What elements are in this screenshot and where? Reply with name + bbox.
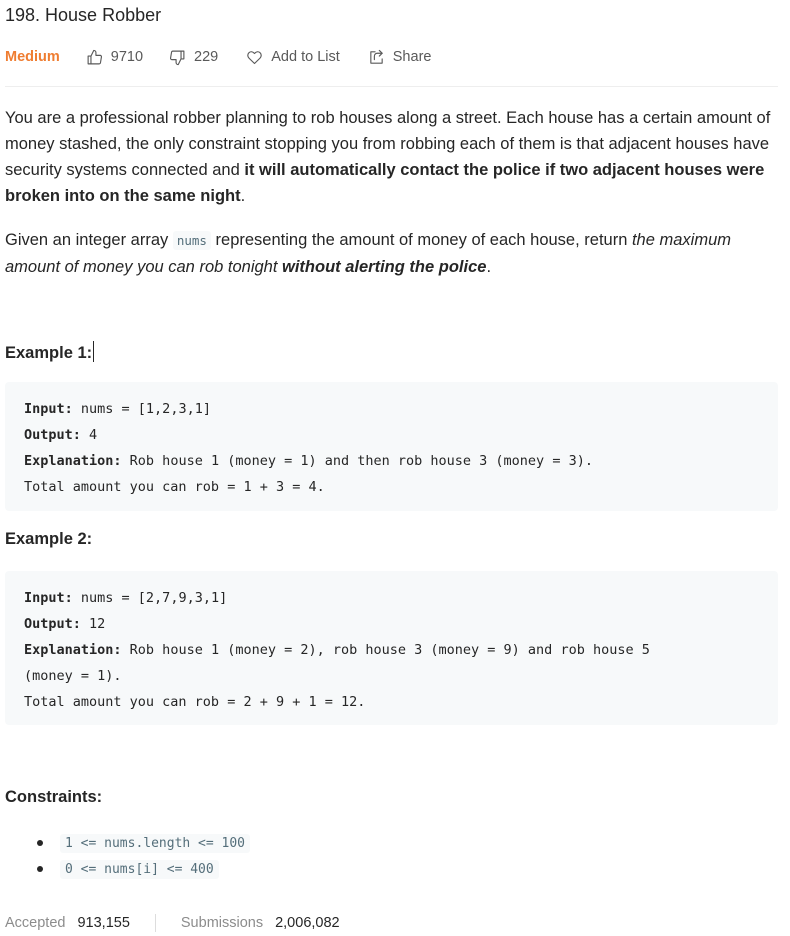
- constraint-item: 0 <= nums[i] <= 400: [37, 856, 250, 882]
- thumbs-up-icon: [87, 49, 102, 64]
- description-text: Given an integer array: [5, 231, 173, 249]
- like-button[interactable]: 9710: [86, 49, 143, 66]
- heart-icon: [247, 50, 263, 64]
- explanation-text: Rob house 1 (money = 1) and then rob hou…: [121, 453, 593, 469]
- description-bold-italic-text: without alerting the police: [282, 258, 487, 276]
- input-value: nums = [2,7,9,3,1]: [72, 590, 228, 606]
- header-divider: [5, 86, 778, 87]
- explanation-label: Explanation:: [24, 453, 122, 469]
- submission-stats: Accepted 913,155 Submissions 2,006,082: [5, 914, 340, 932]
- example-1-code-block: Input: nums = [1,2,3,1] Output: 4 Explan…: [5, 382, 778, 511]
- dislike-count: 229: [194, 49, 219, 65]
- accepted-label: Accepted: [5, 915, 66, 931]
- description-paragraph-1: You are a professional robber planning t…: [5, 105, 778, 209]
- share-label: Share: [392, 49, 432, 65]
- example-2-heading: Example 2:: [5, 530, 93, 548]
- constraint-code: 0 <= nums[i] <= 400: [60, 860, 219, 879]
- constraint-item: 1 <= nums.length <= 100: [37, 830, 251, 856]
- output-label: Output:: [24, 427, 81, 443]
- description-text: representing the amount of money of each…: [210, 231, 632, 249]
- input-label: Input:: [24, 401, 73, 417]
- stats-separator: [154, 914, 156, 932]
- difficulty-label: Medium: [5, 49, 60, 65]
- constraints-heading: Constraints:: [5, 788, 103, 806]
- share-button[interactable]: Share: [368, 49, 432, 66]
- explanation-text: Total amount you can rob = 2 + 9 + 1 = 1…: [24, 694, 366, 710]
- accepted-count: 913,155: [77, 915, 130, 931]
- output-value: 12: [80, 616, 106, 632]
- share-icon: [370, 49, 383, 64]
- example-2-code-block: Input: nums = [2,7,9,3,1] Output: 12 Exp…: [5, 571, 778, 725]
- like-count: 9710: [110, 49, 144, 65]
- problem-meta-bar: Medium 9710 229 Add to List Share: [5, 46, 431, 68]
- output-value: 4: [80, 427, 98, 443]
- submissions-label: Submissions: [180, 915, 264, 931]
- text-cursor: [93, 341, 95, 362]
- example-1-heading: Example 1:: [5, 341, 95, 363]
- output-label: Output:: [24, 616, 81, 632]
- description-punctuation: .: [486, 258, 492, 276]
- submissions-count: 2,006,082: [275, 915, 340, 931]
- dislike-button[interactable]: 229: [169, 49, 218, 66]
- explanation-text: (money = 1).: [24, 668, 122, 684]
- explanation-text: Total amount you can rob = 1 + 3 = 4.: [24, 479, 325, 495]
- inline-code-nums: nums: [172, 231, 211, 250]
- add-to-list-label: Add to List: [271, 49, 340, 65]
- description-paragraph-2: Given an integer array nums representing…: [5, 227, 778, 280]
- add-to-list-button[interactable]: Add to List: [246, 49, 340, 66]
- example-1-heading-text: Example 1:: [5, 344, 93, 362]
- explanation-label: Explanation:: [24, 642, 122, 658]
- problem-title: 198. House Robber: [5, 5, 162, 25]
- explanation-text: Rob house 1 (money = 2), rob house 3 (mo…: [121, 642, 650, 658]
- constraint-code: 1 <= nums.length <= 100: [60, 834, 251, 853]
- thumbs-down-icon: [170, 50, 185, 65]
- input-label: Input:: [24, 590, 73, 606]
- constraints-list: 1 <= nums.length <= 100 0 <= nums[i] <= …: [37, 830, 251, 882]
- description-punctuation: .: [240, 187, 246, 205]
- input-value: nums = [1,2,3,1]: [72, 401, 211, 417]
